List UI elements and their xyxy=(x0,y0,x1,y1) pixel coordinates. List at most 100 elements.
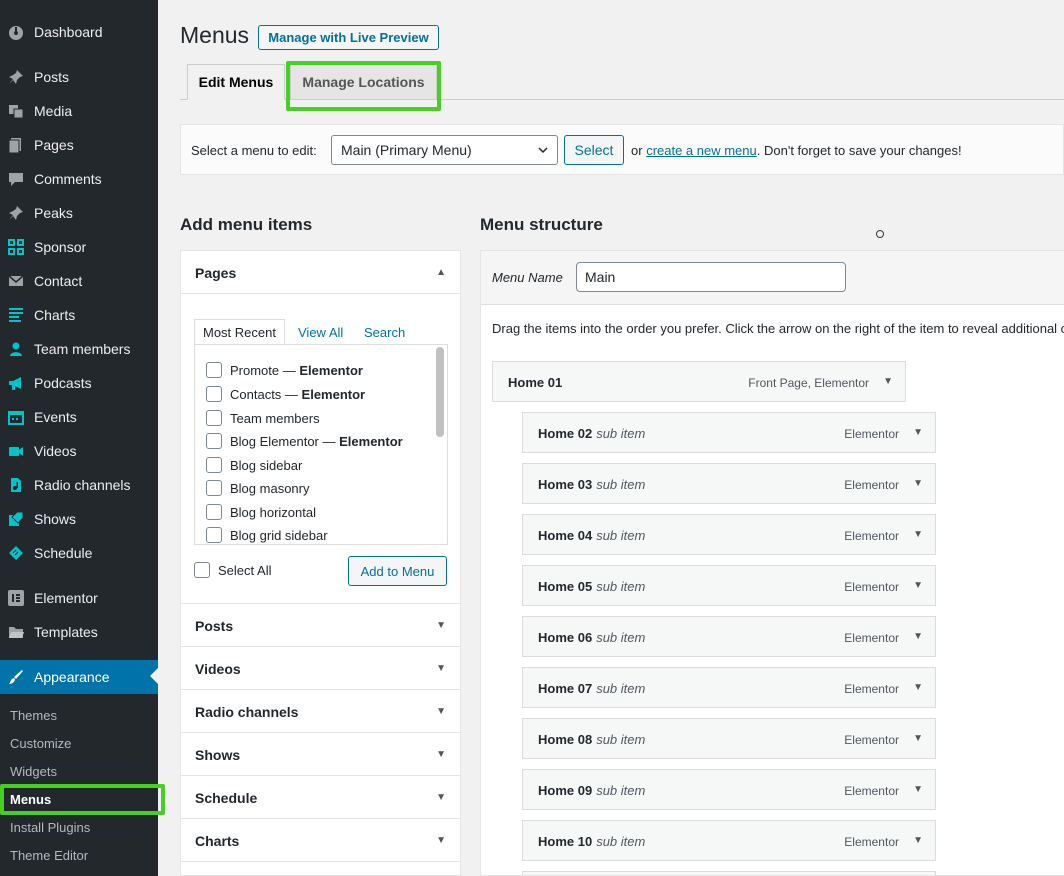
menu-item-home-09[interactable]: Home 09 sub item Elementor ▼ xyxy=(522,769,936,810)
sidebar-item-label: Shows xyxy=(34,511,77,527)
section-title: Videos xyxy=(195,661,241,677)
chevron-down-icon[interactable]: ▼ xyxy=(913,682,923,693)
checkbox[interactable] xyxy=(206,457,222,473)
menu-item-home-07[interactable]: Home 07 sub item Elementor ▼ xyxy=(522,667,936,708)
checkbox[interactable] xyxy=(206,410,222,426)
menu-item-home-08[interactable]: Home 08 sub item Elementor ▼ xyxy=(522,718,936,759)
chevron-down-icon[interactable]: ▼ xyxy=(913,529,923,540)
chevron-down-icon[interactable]: ▼ xyxy=(913,835,923,846)
separator: — xyxy=(281,386,302,402)
sidebar-item-events[interactable]: Events xyxy=(0,400,158,434)
live-preview-button[interactable]: Manage with Live Preview xyxy=(258,25,439,50)
section-posts[interactable]: Posts ▼ xyxy=(181,604,460,647)
submenu-item-customize[interactable]: Customize xyxy=(0,729,158,757)
menu-item-partial[interactable] xyxy=(522,871,936,875)
checkbox[interactable] xyxy=(206,480,222,496)
checkbox[interactable] xyxy=(206,386,222,402)
checkbox[interactable] xyxy=(206,433,222,449)
list-item[interactable]: Blog masonry xyxy=(206,478,309,498)
pages-section-header[interactable]: Pages ▲ xyxy=(181,251,460,294)
section-schedule[interactable]: Schedule ▼ xyxy=(181,776,460,819)
select-all[interactable]: Select All xyxy=(194,562,271,578)
sidebar-item-contact[interactable]: Contact xyxy=(0,264,158,298)
menu-item-home-04[interactable]: Home 04 sub item Elementor ▼ xyxy=(522,514,936,555)
submenu-item-themes[interactable]: Themes xyxy=(0,701,158,729)
sidebar-item-peaks[interactable]: Peaks xyxy=(0,196,158,230)
list-item[interactable]: Blog horizontal xyxy=(206,502,316,522)
sidebar-item-label: Team members xyxy=(34,341,131,357)
list-item[interactable]: Blog Elementor — Elementor xyxy=(206,431,403,451)
sidebar-item-shows[interactable]: Shows xyxy=(0,502,158,536)
chevron-down-icon: ▼ xyxy=(436,792,446,803)
sidebar-item-templates[interactable]: Templates xyxy=(0,615,158,649)
sidebar-item-comments[interactable]: Comments xyxy=(0,162,158,196)
checkbox[interactable] xyxy=(194,562,210,578)
section-title: Shows xyxy=(195,747,241,763)
sidebar-item-posts[interactable]: Posts xyxy=(0,60,158,94)
menu-item-home-06[interactable]: Home 06 sub item Elementor ▼ xyxy=(522,616,936,657)
checkbox[interactable] xyxy=(206,362,222,378)
menu-item-title: Home 01 xyxy=(508,375,563,390)
menu-item-home-10[interactable]: Home 10 sub item Elementor ▼ xyxy=(522,820,936,861)
page-name: Blog Elementor xyxy=(230,433,319,449)
section-videos[interactable]: Videos ▼ xyxy=(181,647,460,690)
chevron-down-icon[interactable]: ▼ xyxy=(913,784,923,795)
section-shows[interactable]: Shows ▼ xyxy=(181,733,460,776)
tab-view-all[interactable]: View All xyxy=(290,319,351,345)
sidebar-item-media[interactable]: Media xyxy=(0,94,158,128)
menu-item-home-03[interactable]: Home 03 sub item Elementor ▼ xyxy=(522,463,936,504)
menu-item-home-02[interactable]: Home 02 sub item Elementor ▼ xyxy=(522,412,936,453)
menu-name-input[interactable]: Main xyxy=(576,262,846,292)
sidebar-item-schedule[interactable]: Schedule xyxy=(0,536,158,570)
submenu-item-theme-editor[interactable]: Theme Editor xyxy=(0,841,158,869)
menu-item-home-01[interactable]: Home 01 Front Page, Elementor ▼ xyxy=(492,361,906,402)
checkbox[interactable] xyxy=(206,527,222,543)
list-item[interactable]: Blog grid sidebar xyxy=(206,525,328,544)
tab-edit-menus[interactable]: Edit Menus xyxy=(187,64,285,100)
select-button[interactable]: Select xyxy=(564,135,624,165)
sidebar-item-pages[interactable]: Pages xyxy=(0,128,158,162)
sidebar-item-elementor[interactable]: Elementor xyxy=(0,581,158,615)
sidebar-item-sponsor[interactable]: Sponsor xyxy=(0,230,158,264)
chevron-down-icon[interactable]: ▼ xyxy=(913,580,923,591)
mail-icon xyxy=(8,273,24,289)
submenu-label: Customize xyxy=(10,736,72,751)
create-menu-link[interactable]: create a new menu xyxy=(646,143,757,158)
menu-item-type: Elementor xyxy=(844,784,899,798)
checkbox[interactable] xyxy=(206,504,222,520)
pages-icon xyxy=(8,137,24,153)
menu-name-label: Menu Name xyxy=(492,270,563,285)
drag-instructions: Drag the items into the order you prefer… xyxy=(492,321,1064,336)
section-charts[interactable]: Charts ▼ xyxy=(181,819,460,862)
list-item[interactable]: Blog sidebar xyxy=(206,455,302,475)
menu-item-home-05[interactable]: Home 05 sub item Elementor ▼ xyxy=(522,565,936,606)
submenu-item-widgets[interactable]: Widgets xyxy=(0,757,158,785)
sidebar-item-podcasts[interactable]: Podcasts xyxy=(0,366,158,400)
section-radio-channels[interactable]: Radio channels ▼ xyxy=(181,690,460,733)
list-item[interactable]: Promote — Elementor xyxy=(206,360,363,380)
chevron-down-icon[interactable]: ▼ xyxy=(883,376,893,387)
list-item[interactable]: Team members xyxy=(206,408,320,428)
sidebar-item-radio-channels[interactable]: Radio channels xyxy=(0,468,158,502)
tab-search[interactable]: Search xyxy=(356,319,413,345)
chevron-down-icon[interactable]: ▼ xyxy=(913,478,923,489)
menu-item-title: Home 10 sub item xyxy=(538,834,646,849)
chevron-down-icon[interactable]: ▼ xyxy=(913,631,923,642)
menu-select[interactable]: Main (Primary Menu) xyxy=(331,135,558,165)
scrollbar[interactable] xyxy=(436,347,444,437)
brush-icon xyxy=(8,669,24,685)
submenu-item-install-plugins[interactable]: Install Plugins xyxy=(0,813,158,841)
sidebar-item-team-members[interactable]: Team members xyxy=(0,332,158,366)
add-to-menu-button[interactable]: Add to Menu xyxy=(348,556,447,586)
chevron-down-icon[interactable]: ▼ xyxy=(913,733,923,744)
sidebar-item-videos[interactable]: Videos xyxy=(0,434,158,468)
list-item[interactable]: Contacts — Elementor xyxy=(206,384,365,404)
sidebar-item-label: Charts xyxy=(34,307,76,323)
tab-most-recent[interactable]: Most Recent xyxy=(194,319,285,345)
sidebar-item-label: Events xyxy=(34,409,77,425)
sidebar-item-charts[interactable]: Charts xyxy=(0,298,158,332)
add-menu-items-heading: Add menu items xyxy=(180,215,313,234)
chevron-down-icon[interactable]: ▼ xyxy=(913,427,923,438)
sidebar-item-dashboard[interactable]: Dashboard xyxy=(0,15,158,49)
sidebar-item-appearance[interactable]: Appearance xyxy=(0,660,158,694)
